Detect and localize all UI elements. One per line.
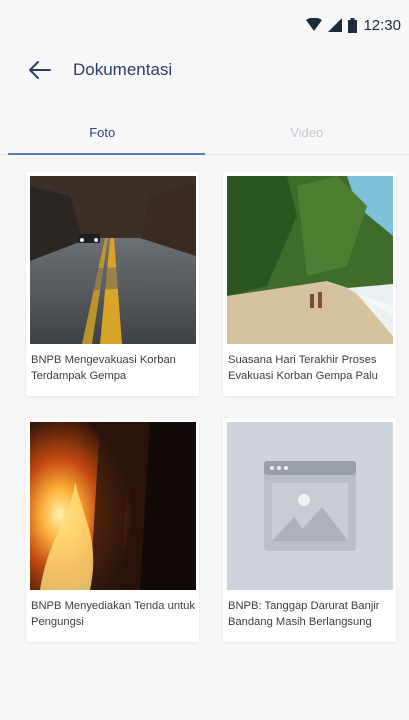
- image-placeholder: [227, 422, 393, 590]
- signal-icon: [328, 18, 343, 32]
- tab-foto[interactable]: Foto: [0, 110, 205, 155]
- card-caption: BNPB Menyediakan Tenda untuk Pengungsi: [31, 600, 195, 628]
- beach-photo: [227, 176, 393, 344]
- doc-card[interactable]: BNPB Mengevakuasi Korban Terdampak Gempa: [26, 172, 199, 396]
- arrow-left-icon: [29, 61, 51, 79]
- fire-photo: [30, 422, 196, 590]
- card-caption: BNPB Mengevakuasi Korban Terdampak Gempa: [31, 354, 176, 382]
- battery-icon: [348, 17, 358, 33]
- doc-card[interactable]: BNPB: Tanggap Darurat Banjir Bandang Mas…: [223, 418, 396, 642]
- status-time: 12:30: [363, 16, 401, 34]
- card-caption: Suasana Hari Terakhir Proses Evakuasi Ko…: [228, 354, 378, 382]
- wifi-icon: [306, 18, 323, 31]
- page-title: Dokumentasi: [73, 60, 173, 79]
- doc-card[interactable]: BNPB Menyediakan Tenda untuk Pengungsi: [26, 418, 199, 642]
- status-bar: 12:30: [0, 0, 409, 50]
- documentation-grid: BNPB Mengevakuasi Korban Terdampak Gempa…: [26, 172, 400, 642]
- doc-card[interactable]: Suasana Hari Terakhir Proses Evakuasi Ko…: [223, 172, 396, 396]
- tab-video[interactable]: Video: [205, 110, 409, 154]
- tab-bar: Foto Video: [0, 110, 409, 155]
- back-button[interactable]: [27, 57, 53, 83]
- road-photo: [30, 176, 196, 344]
- card-caption: BNPB: Tanggap Darurat Banjir Bandang Mas…: [228, 600, 380, 628]
- image-placeholder-icon: [264, 461, 356, 551]
- app-bar: Dokumentasi: [0, 50, 409, 90]
